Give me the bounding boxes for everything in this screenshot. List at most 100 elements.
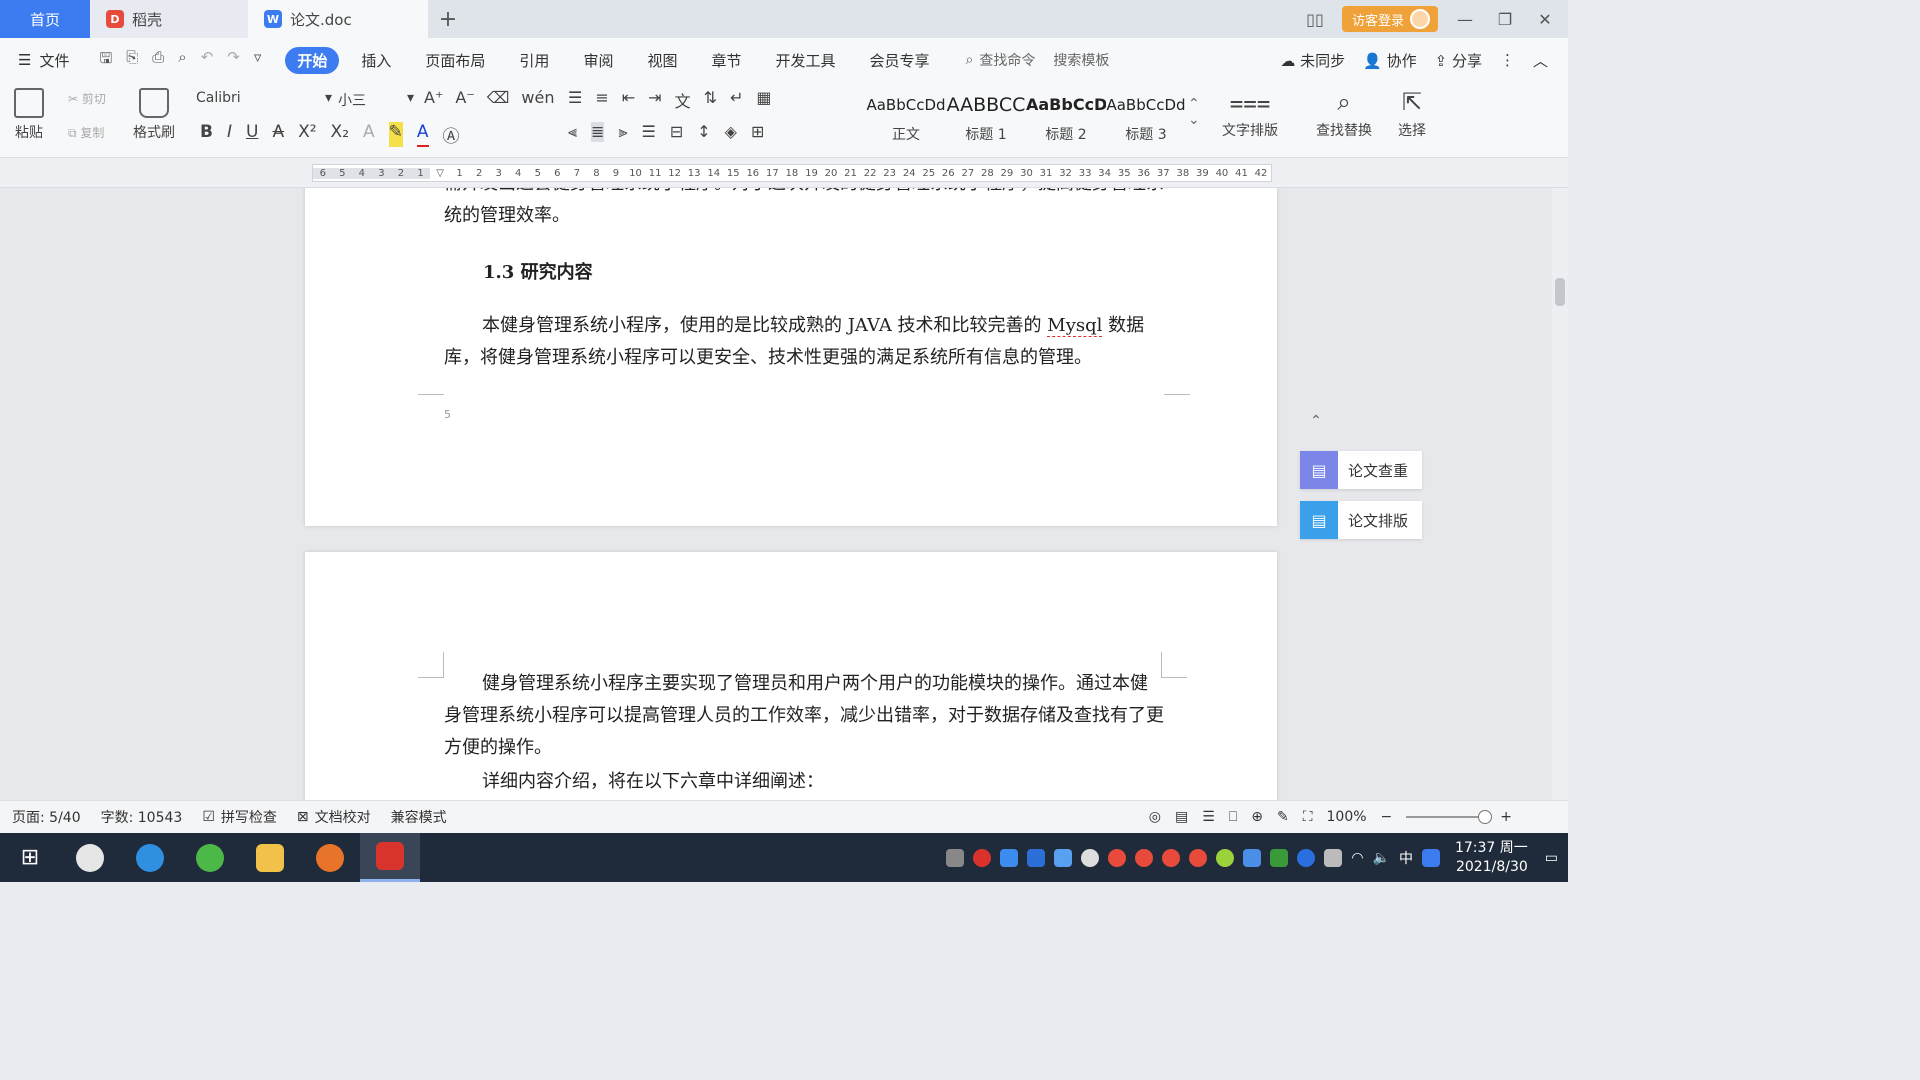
text-effect-icon[interactable]: A bbox=[363, 122, 375, 147]
taskbar-app-media[interactable] bbox=[300, 833, 360, 882]
taskbar-app-fan[interactable] bbox=[60, 833, 120, 882]
line-spacing-icon[interactable]: ↕ bbox=[697, 122, 710, 142]
shrink-font-icon[interactable]: A⁻ bbox=[455, 88, 474, 107]
zoom-in-icon[interactable]: + bbox=[1500, 809, 1512, 825]
bullet-list-icon[interactable]: ☰ bbox=[568, 88, 582, 112]
taskbar-app-browser[interactable] bbox=[180, 833, 240, 882]
menu-start[interactable]: 开始 bbox=[285, 46, 340, 74]
minimize-icon[interactable]: — bbox=[1452, 10, 1478, 29]
print-preview-icon[interactable]: ⌕ bbox=[178, 48, 186, 73]
undo-icon[interactable]: ↶ bbox=[201, 48, 214, 73]
ruler-track[interactable]: 6 5 4 3 2 1 ▽ 1 2 3 4 5 6 7 8 9 10 11 12 13 14 15 16 17 18 19 20 21… bbox=[312, 164, 1272, 182]
style-normal[interactable]: AaBbCcDd 正文 bbox=[866, 90, 946, 144]
font-color-icon[interactable]: A bbox=[416, 122, 429, 147]
file-menu[interactable]: ☰ 文件 bbox=[18, 50, 69, 71]
chinese-layout-icon[interactable]: 文 bbox=[675, 88, 691, 112]
menu-review[interactable]: 审阅 bbox=[571, 47, 625, 74]
bluetooth-icon[interactable] bbox=[1297, 848, 1316, 867]
highlight-icon[interactable]: ✎ bbox=[388, 122, 403, 147]
distribute-icon[interactable]: ⊟ bbox=[670, 122, 683, 142]
volume-icon[interactable]: 🔈 bbox=[1373, 850, 1390, 866]
tray-app-icon[interactable] bbox=[1216, 848, 1235, 867]
numbered-list-icon[interactable]: ≡ bbox=[595, 88, 608, 112]
document-page[interactable]: 需开发出这套健身管理系统小程序。对于这次开发的健身管理系统小程序，提高健身管理系… bbox=[305, 188, 1277, 526]
scrollbar-thumb[interactable] bbox=[1555, 278, 1565, 306]
font-size-select[interactable]: 小三 ▾ bbox=[338, 90, 414, 110]
redo-icon[interactable]: ↷ bbox=[227, 48, 240, 73]
sync-button[interactable]: ☁ 未同步 bbox=[1280, 50, 1345, 71]
tray-app-icon[interactable] bbox=[1027, 848, 1046, 867]
command-search[interactable]: ⌕ 查找命令 搜索模板 bbox=[966, 50, 1110, 70]
page-view-icon[interactable]: ▤ bbox=[1175, 809, 1188, 825]
share-button[interactable]: ⇪ 分享 bbox=[1435, 50, 1482, 71]
tray-app-icon[interactable] bbox=[1243, 848, 1262, 867]
taskbar-app-ie[interactable] bbox=[120, 833, 180, 882]
qq-icon[interactable] bbox=[1108, 848, 1127, 867]
reading-view-icon[interactable]: ⎕ bbox=[1229, 809, 1237, 825]
paragraph[interactable]: 详细内容介绍，将在以下六章中详细阐述： bbox=[444, 766, 1164, 798]
restore-icon[interactable]: ❐ bbox=[1492, 10, 1518, 29]
qq-icon[interactable] bbox=[1162, 848, 1181, 867]
style-heading-3[interactable]: AaBbCcDd 标题 3 bbox=[1106, 90, 1186, 144]
menu-view[interactable]: 视图 bbox=[635, 47, 689, 74]
nvidia-icon[interactable] bbox=[1270, 848, 1289, 867]
superscript-icon[interactable]: X² bbox=[298, 122, 316, 147]
font-name-select[interactable]: Calibri ▾ bbox=[196, 90, 332, 106]
eye-protect-icon[interactable]: ◎ bbox=[1149, 809, 1161, 825]
close-icon[interactable]: ✕ bbox=[1532, 10, 1558, 29]
notification-icon[interactable]: ▭ bbox=[1545, 850, 1558, 866]
grow-font-icon[interactable]: A⁺ bbox=[424, 88, 443, 107]
horizontal-ruler[interactable]: 6 5 4 3 2 1 ▽ 1 2 3 4 5 6 7 8 9 10 11 12 13 14 15 16 17 18 19 20 21… bbox=[0, 158, 1568, 188]
table-insert-icon[interactable]: ▦ bbox=[756, 88, 771, 112]
underline-icon[interactable]: U bbox=[246, 122, 258, 147]
increase-indent-icon[interactable]: ⇥ bbox=[648, 88, 661, 112]
print-icon[interactable]: ⎙ bbox=[152, 48, 164, 73]
qq-icon[interactable] bbox=[1135, 848, 1154, 867]
shading-icon[interactable]: ◈ bbox=[725, 122, 737, 142]
cut-button[interactable]: ✂ 剪切 bbox=[68, 90, 106, 107]
char-border-icon[interactable]: Ⓐ bbox=[443, 122, 460, 147]
quick-access-dropdown-icon[interactable]: ▿ bbox=[254, 48, 262, 73]
zoom-level[interactable]: 100% bbox=[1327, 809, 1367, 825]
more-icon[interactable]: ⋮ bbox=[1500, 51, 1515, 69]
paper-check-button[interactable]: ▤ 论文查重 bbox=[1300, 451, 1422, 489]
paragraph[interactable]: 本健身管理系统小程序，使用的是比较成熟的 JAVA 技术和比较完善的 Mysql… bbox=[444, 310, 1164, 374]
taskbar-app-explorer[interactable] bbox=[240, 833, 300, 882]
text-layout-button[interactable]: ⩶ 文字排版 bbox=[1222, 88, 1278, 140]
new-tab-button[interactable]: + bbox=[428, 0, 468, 38]
collapse-ribbon-icon[interactable]: ︿ bbox=[1533, 50, 1548, 71]
strikethrough-icon[interactable]: A bbox=[272, 122, 284, 147]
vertical-scrollbar[interactable] bbox=[1552, 188, 1568, 800]
menu-dev-tools[interactable]: 开发工具 bbox=[763, 47, 847, 74]
tray-app-icon[interactable] bbox=[1000, 848, 1019, 867]
paragraph[interactable]: 需开发出这套健身管理系统小程序。对于这次开发的健身管理系统小程序，提高健身管理系… bbox=[444, 188, 1164, 232]
taskbar-app-wps[interactable] bbox=[360, 833, 420, 882]
spell-check-button[interactable]: ☑ 拼写检查 bbox=[202, 807, 277, 827]
select-button[interactable]: ⇱ 选择 bbox=[1398, 88, 1426, 140]
paragraph[interactable]: 健身管理系统小程序主要实现了管理员和用户两个用户的功能模块的操作。通过本健身管理… bbox=[444, 668, 1164, 764]
phonetic-icon[interactable]: wén bbox=[521, 88, 554, 107]
qq-icon[interactable] bbox=[1189, 848, 1208, 867]
menu-references[interactable]: 引用 bbox=[507, 47, 561, 74]
subscript-icon[interactable]: X₂ bbox=[331, 122, 349, 147]
save-icon[interactable]: 🖫 bbox=[99, 48, 112, 73]
find-replace-button[interactable]: ⌕ 查找替换 bbox=[1316, 88, 1372, 140]
outline-view-icon[interactable]: ☰ bbox=[1202, 809, 1215, 825]
web-view-icon[interactable]: ⊕ bbox=[1251, 809, 1263, 825]
zoom-slider[interactable] bbox=[1406, 810, 1493, 824]
decrease-indent-icon[interactable]: ⇤ bbox=[622, 88, 635, 112]
align-left-icon[interactable]: ⫷ bbox=[568, 122, 577, 142]
document-page[interactable]: 健身管理系统小程序主要实现了管理员和用户两个用户的功能模块的操作。通过本健身管理… bbox=[305, 552, 1277, 800]
document-area[interactable]: 需开发出这套健身管理系统小程序。对于这次开发的健身管理系统小程序，提高健身管理系… bbox=[0, 188, 1552, 800]
justify-icon[interactable]: ☰ bbox=[641, 122, 655, 142]
sort-icon[interactable]: ⇅ bbox=[704, 88, 717, 112]
proofread-button[interactable]: ⊠ 文档校对 bbox=[297, 807, 371, 827]
borders-icon[interactable]: ⊞ bbox=[751, 122, 764, 142]
collab-button[interactable]: 👤 协作 bbox=[1363, 50, 1416, 71]
menu-insert[interactable]: 插入 bbox=[349, 47, 403, 74]
italic-icon[interactable]: I bbox=[227, 122, 232, 147]
fit-page-icon[interactable]: ⛶ bbox=[1303, 809, 1313, 825]
paste-button[interactable]: 粘贴 bbox=[14, 88, 44, 142]
paper-format-button[interactable]: ▤ 论文排版 bbox=[1300, 501, 1422, 539]
format-painter-button[interactable]: 格式刷 bbox=[133, 88, 175, 142]
